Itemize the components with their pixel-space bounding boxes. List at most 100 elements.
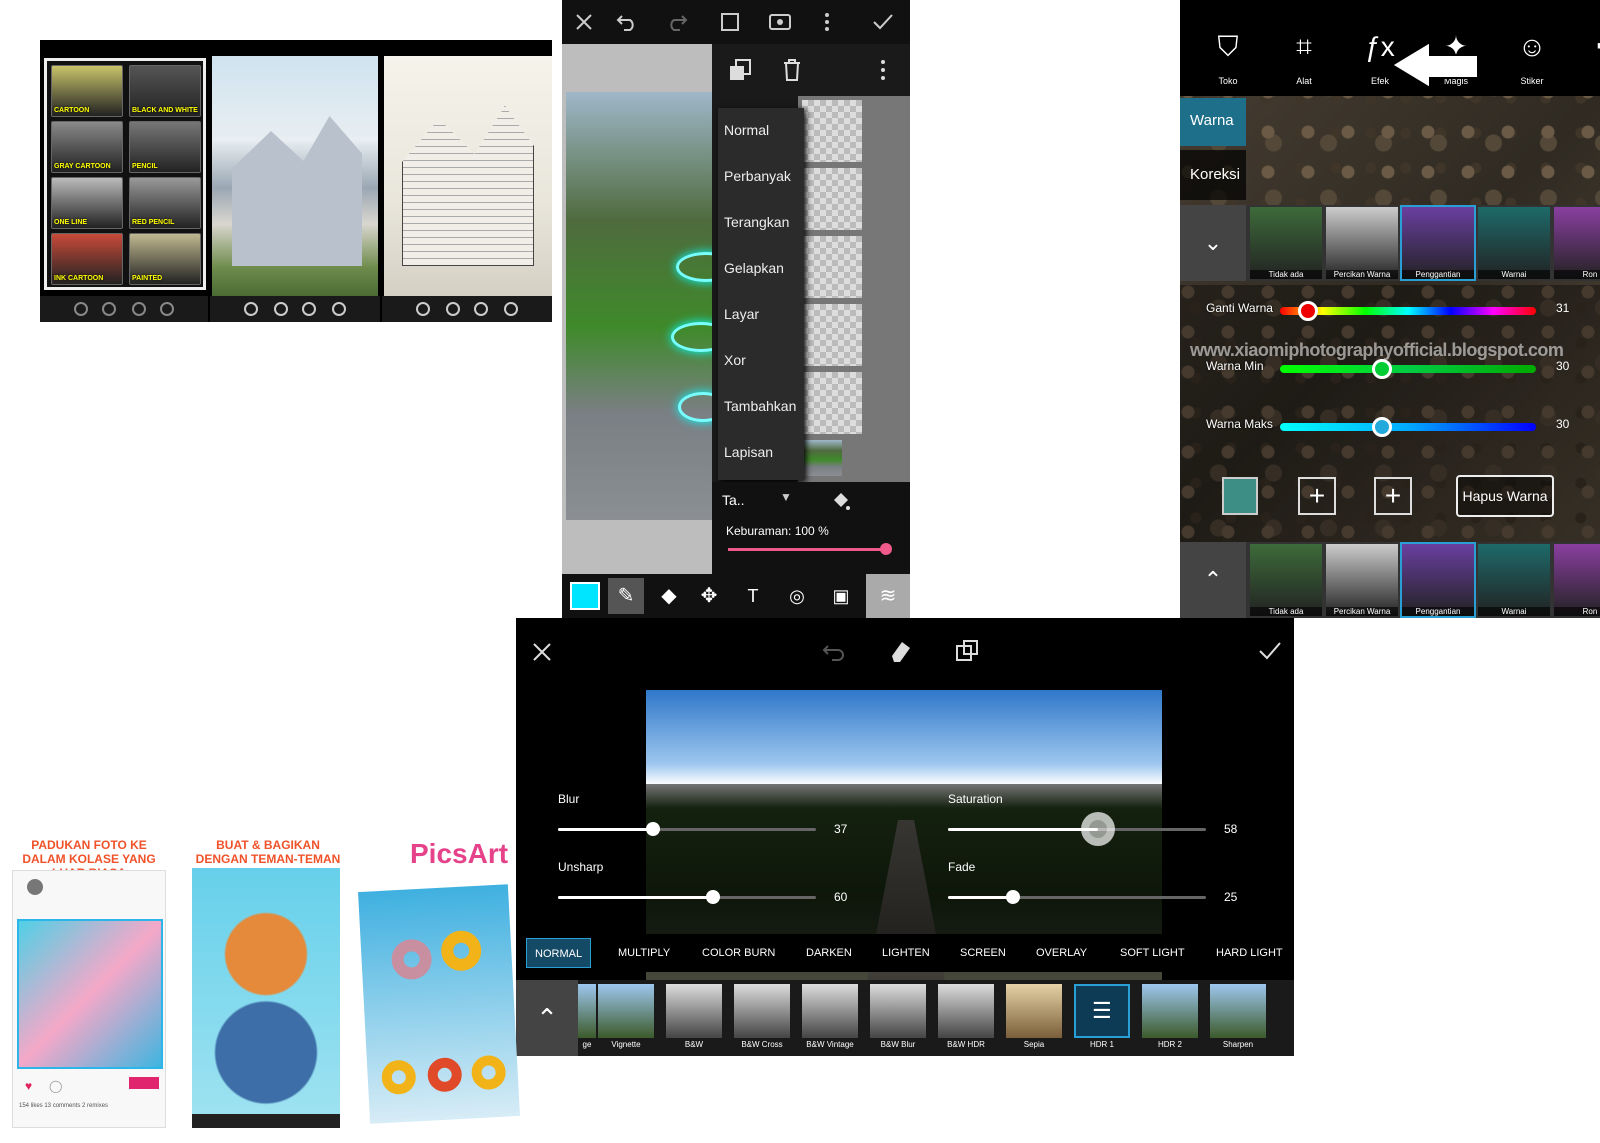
remix-button[interactable] — [129, 1077, 159, 1089]
fx-slider-knob[interactable] — [646, 822, 661, 836]
fx-blend-mode-soft-light[interactable]: SOFT LIGHT — [1112, 938, 1193, 968]
check-icon[interactable] — [1258, 640, 1282, 662]
blend-dropdown-value[interactable]: Ta.. — [722, 492, 745, 508]
fx-effect-thumb[interactable]: B&W Vintage — [802, 984, 858, 1052]
blend-mode-item[interactable]: Layar — [724, 306, 759, 322]
filter-thumb[interactable]: Penggantian — [1400, 542, 1476, 618]
hue-slider-track[interactable] — [1280, 359, 1536, 379]
filter-thumb[interactable]: Warnai — [1478, 544, 1550, 616]
shape-icon[interactable]: ◎ — [780, 578, 814, 614]
fx-slider-knob[interactable] — [1080, 812, 1115, 846]
fx-blend-mode-normal[interactable]: NORMAL — [526, 938, 592, 968]
fx-slider-knob[interactable] — [705, 890, 720, 904]
toolbar-item-stiker[interactable]: ☺ Stiker — [1502, 30, 1562, 92]
fx-effect-thumb[interactable]: B&W — [666, 984, 722, 1052]
camera-icon[interactable] — [244, 302, 258, 316]
canvas-photo[interactable] — [566, 92, 736, 520]
filter-thumb[interactable]: Percikan Warna — [1326, 207, 1398, 279]
layer-thumb[interactable] — [802, 236, 862, 298]
more-vertical-icon[interactable] — [880, 58, 886, 82]
filter-thumb[interactable]: Tidak ada — [1250, 544, 1322, 616]
layer-thumb[interactable] — [802, 304, 862, 366]
blend-mode-item[interactable]: Perbanyak — [724, 168, 791, 184]
toolbar-item-alat[interactable]: ⌗ Alat — [1274, 30, 1334, 92]
fx-effect-thumb[interactable]: B&W HDR — [938, 984, 994, 1052]
picked-color-swatch[interactable] — [1222, 477, 1258, 515]
duplicate-layer-icon[interactable] — [728, 58, 752, 82]
hue-slider-track[interactable] — [1280, 301, 1536, 321]
expand-button[interactable]: ⌃ — [1180, 542, 1246, 618]
blend-mode-item[interactable]: Xor — [724, 352, 746, 368]
color-swatch[interactable] — [570, 582, 600, 610]
fx-effect-thumb[interactable]: Sharpen — [1210, 984, 1266, 1052]
redo-icon[interactable] — [666, 12, 688, 32]
toolbar-item-bua[interactable]: ✚ Bua — [1578, 30, 1600, 92]
blend-mode-item[interactable]: Lapisan — [724, 444, 773, 460]
add-color-button-2[interactable]: + — [1374, 477, 1412, 515]
check-icon[interactable] — [872, 12, 894, 32]
hue-slider-knob[interactable] — [1298, 301, 1319, 321]
layer-thumb-photo[interactable] — [802, 440, 842, 476]
filter-thumb[interactable]: Penggantian — [1400, 205, 1476, 281]
sketch-tile[interactable]: RED PENCIL — [129, 177, 201, 229]
gallery-icon[interactable] — [160, 302, 174, 316]
fx-slider-track[interactable] — [948, 812, 1206, 846]
fx-effect-thumb[interactable]: Vignette — [598, 984, 654, 1052]
fx-slider-track[interactable] — [948, 890, 1206, 904]
chevron-down-icon[interactable]: ▼ — [780, 490, 792, 504]
fx-blend-mode-color-burn[interactable]: COLOR BURN — [694, 938, 783, 968]
close-icon[interactable] — [532, 642, 552, 662]
layer-thumb[interactable] — [802, 168, 862, 230]
compare-icon[interactable] — [954, 638, 980, 664]
fx-effect-thumb[interactable]: ☰ HDR 1 — [1074, 984, 1130, 1052]
gallery-icon[interactable] — [504, 302, 518, 316]
hue-slider-knob[interactable] — [1372, 359, 1393, 379]
comment-icon[interactable]: ◯ — [49, 1079, 62, 1093]
blend-mode-item[interactable]: Gelapkan — [724, 260, 784, 276]
side-tab-koreksi[interactable]: Koreksi — [1180, 150, 1246, 200]
trash-icon[interactable] — [782, 58, 802, 82]
remove-color-button[interactable]: Hapus Warna — [1456, 475, 1554, 517]
star-icon[interactable] — [132, 302, 146, 316]
sketch-tile[interactable]: INK CARTOON — [51, 233, 123, 285]
heart-icon[interactable]: ♥ — [25, 1079, 32, 1093]
fx-effect-thumb[interactable]: HDR 2 — [1142, 984, 1198, 1052]
hue-slider-track[interactable] — [1280, 417, 1536, 437]
opacity-knob[interactable] — [880, 543, 892, 555]
add-image-icon[interactable]: ▣ — [824, 578, 858, 614]
fx-slider-knob[interactable] — [1005, 890, 1020, 904]
camera-icon[interactable] — [74, 302, 88, 316]
expand-button[interactable]: ⌃ — [516, 980, 578, 1056]
fx-slider-track[interactable] — [558, 822, 816, 836]
eraser-icon[interactable] — [888, 638, 914, 664]
camera-icon[interactable] — [416, 302, 430, 316]
layers-icon[interactable]: ≋ — [866, 574, 910, 618]
effect-icon[interactable] — [446, 302, 460, 316]
brush-icon[interactable]: ✎ — [608, 578, 644, 614]
sketch-tile[interactable]: PENCIL — [129, 121, 201, 173]
toolbar-item-toko[interactable]: ⛉ Toko — [1198, 30, 1258, 92]
filter-thumb[interactable]: Tidak ada — [1250, 207, 1322, 279]
fx-blend-mode-lighten[interactable]: LIGHTEN — [874, 938, 938, 968]
fill-bucket-icon[interactable] — [830, 490, 852, 512]
close-icon[interactable] — [574, 12, 594, 32]
fx-blend-mode-screen[interactable]: SCREEN — [952, 938, 1014, 968]
fx-blend-mode-hard-light[interactable]: HARD LIGHT — [1208, 938, 1291, 968]
star-icon[interactable] — [474, 302, 488, 316]
fx-blend-mode-darken[interactable]: DARKEN — [798, 938, 860, 968]
fx-blend-mode-multiply[interactable]: MULTIPLY — [610, 938, 678, 968]
collapse-button[interactable]: ⌄ — [1180, 205, 1246, 281]
eraser-icon[interactable]: ◆ — [652, 578, 686, 614]
blend-mode-item[interactable]: Normal — [724, 122, 769, 138]
sketch-tile[interactable]: PAINTED — [129, 233, 201, 285]
save-icon[interactable] — [102, 302, 116, 316]
star-icon[interactable] — [302, 302, 316, 316]
fx-slider-track[interactable] — [558, 890, 816, 904]
filter-thumb[interactable]: Percikan Warna — [1326, 544, 1398, 616]
effect-icon[interactable] — [274, 302, 288, 316]
undo-icon[interactable] — [822, 642, 846, 662]
gallery-icon[interactable] — [332, 302, 346, 316]
fx-blend-mode-overlay[interactable]: OVERLAY — [1028, 938, 1095, 968]
side-tab-warna[interactable]: Warna — [1180, 98, 1246, 146]
undo-icon[interactable] — [616, 12, 638, 32]
